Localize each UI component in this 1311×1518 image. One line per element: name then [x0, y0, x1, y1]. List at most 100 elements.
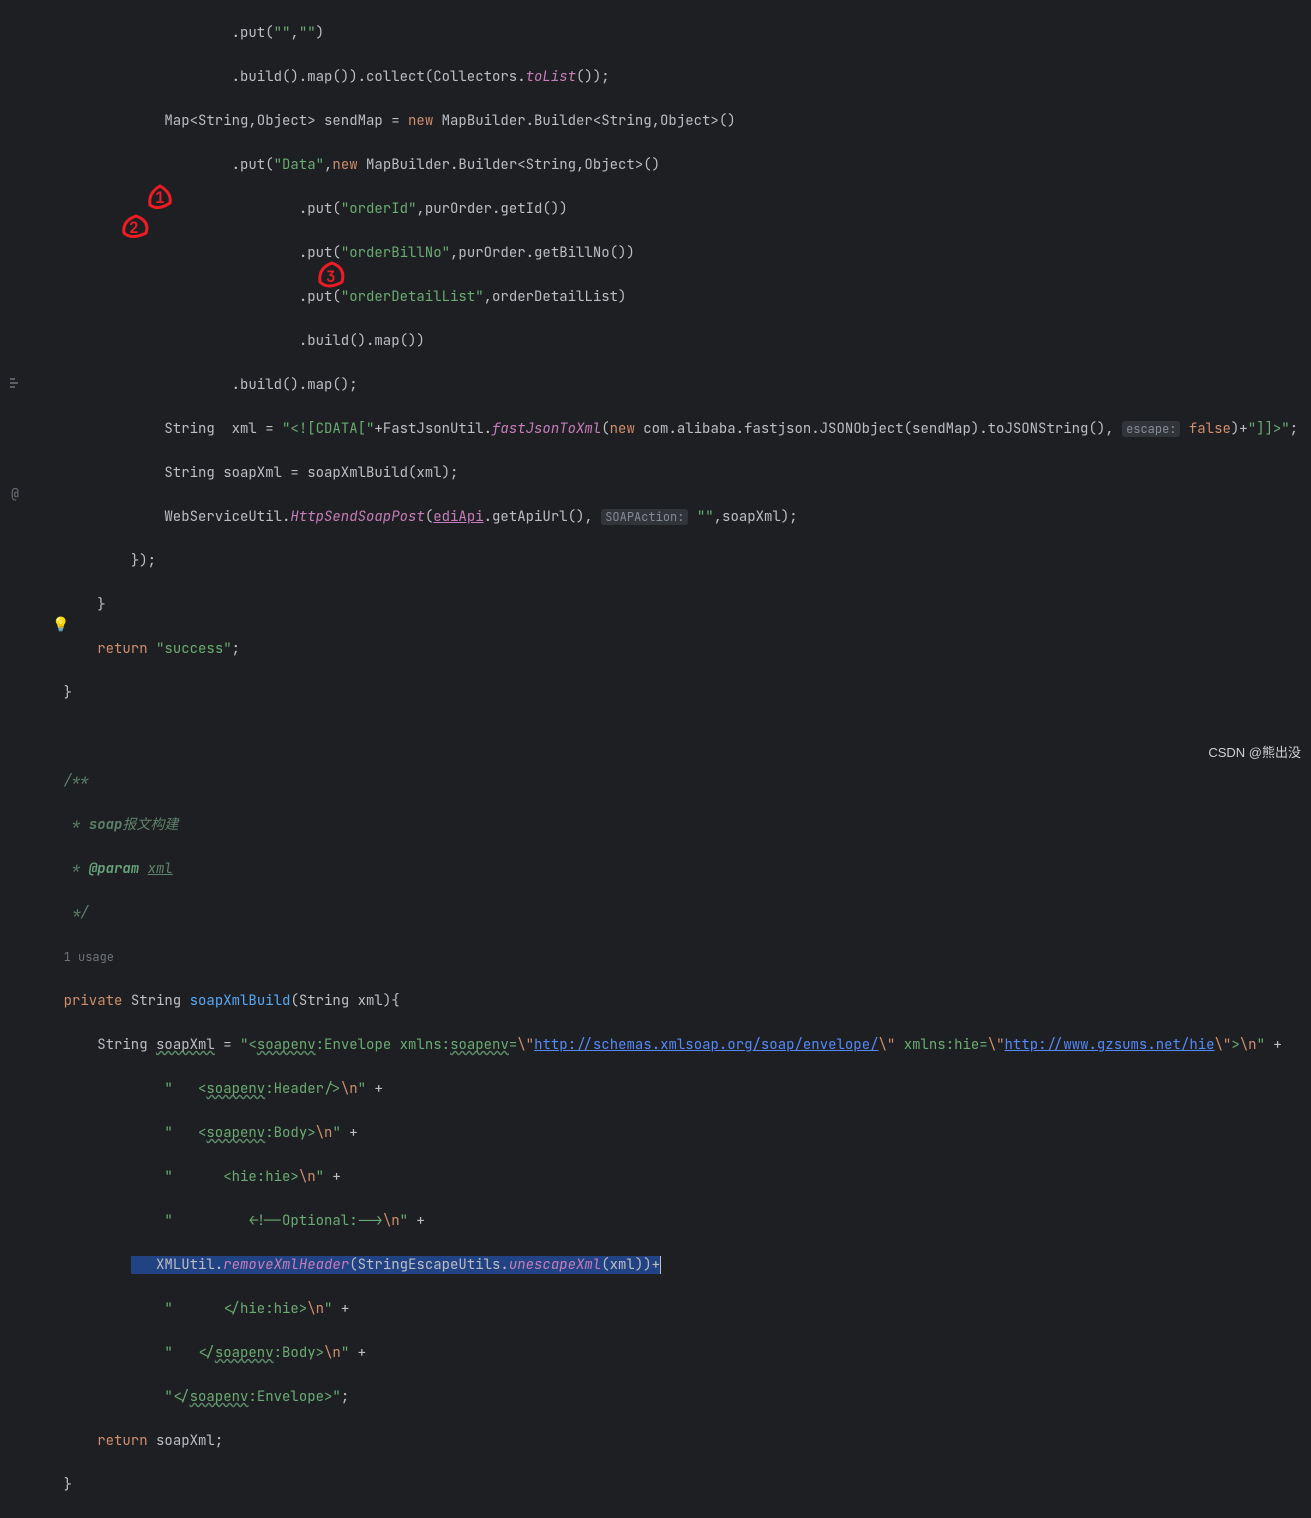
code-text: )	[316, 24, 324, 42]
string-literal: "	[358, 1080, 366, 1098]
escape: \n	[324, 1344, 341, 1362]
string-literal: "	[332, 1124, 340, 1142]
url-link[interactable]: http://www.gzsums.net/hie	[1005, 1036, 1215, 1054]
indent	[30, 1036, 97, 1054]
static-method: toList	[526, 68, 576, 86]
code-text: .getApiUrl(),	[484, 508, 602, 526]
static-method: fastJsonToXml	[492, 420, 601, 438]
editor-gutter: @ 💡	[0, 0, 30, 770]
static-method: removeXmlHeader	[223, 1256, 349, 1274]
keyword: new	[610, 420, 644, 438]
at-sign-icon[interactable]: @	[8, 487, 22, 501]
code-text: }	[64, 1476, 72, 1494]
string-literal: soapenv	[206, 1124, 265, 1142]
code-text: +	[1265, 1036, 1282, 1054]
code-text: XMLUtil.	[131, 1256, 223, 1274]
code-text: }	[97, 596, 105, 614]
indent	[30, 640, 97, 658]
string-literal: " </hie:hie>	[164, 1300, 307, 1318]
usage-hint[interactable]: 1 usage	[64, 949, 114, 965]
code-text: .build().map()).collect(Collectors.	[232, 68, 526, 86]
string-literal: xmlns:hie=	[895, 1036, 987, 1054]
url-link[interactable]: http://schemas.xmlsoap.org/soap/envelope…	[534, 1036, 878, 1054]
code-text: });	[131, 552, 156, 570]
indent	[30, 904, 64, 922]
code-text: (xml))+	[601, 1256, 660, 1274]
keyword: return	[97, 640, 156, 658]
code-text: ;	[341, 1388, 349, 1406]
string-literal: "	[324, 1300, 332, 1318]
indent	[30, 1344, 164, 1362]
code-text: ,purOrder.getId())	[416, 200, 567, 218]
keyword: new	[408, 112, 442, 130]
variable: soapXml	[156, 1036, 215, 1054]
string-literal: " <	[164, 1124, 206, 1142]
indent	[30, 156, 232, 174]
indent	[30, 1388, 164, 1406]
string-literal: :Body>	[274, 1344, 324, 1362]
string-literal: "orderDetailList"	[341, 288, 484, 306]
code-text: ,purOrder.getBillNo())	[450, 244, 635, 262]
string-literal: "	[341, 1344, 349, 1362]
javadoc: 报文构建	[122, 816, 178, 834]
escape: \n	[307, 1300, 324, 1318]
code-text: String xml =	[164, 420, 282, 438]
text-caret	[660, 1256, 661, 1274]
string-literal: "	[400, 1212, 408, 1230]
indent	[30, 596, 97, 614]
indent	[30, 200, 299, 218]
indent	[30, 992, 64, 1010]
code-text: String	[131, 992, 190, 1010]
code-text: MapBuilder.Builder<String,Object>()	[442, 112, 736, 130]
code-text: }	[64, 684, 72, 702]
escape: \n	[1240, 1036, 1257, 1054]
string-literal: soapenv	[257, 1036, 316, 1054]
code-text: +	[349, 1344, 366, 1362]
code-text: soapXml;	[156, 1432, 223, 1450]
code-editor[interactable]: .put("","") .build().map()).collect(Coll…	[30, 0, 1311, 770]
indent	[30, 1124, 164, 1142]
field-ref: ediApi	[433, 508, 483, 526]
code-text: String soapXml = soapXmlBuild(xml);	[164, 464, 458, 482]
code-text: (	[601, 420, 609, 438]
code-text: ;	[1290, 420, 1298, 438]
code-text: ,orderDetailList)	[484, 288, 627, 306]
string-literal: :Envelope>"	[248, 1388, 340, 1406]
indent	[30, 24, 232, 42]
string-literal: "orderId"	[341, 200, 417, 218]
escape: \n	[383, 1212, 400, 1230]
keyword: return	[97, 1432, 156, 1450]
javadoc: *	[64, 860, 89, 878]
indent	[30, 376, 232, 394]
code-text: MapBuilder.Builder<String,Object>()	[366, 156, 660, 174]
indent	[30, 1080, 164, 1098]
watermark: CSDN @熊出没	[1208, 742, 1301, 764]
indent	[30, 464, 164, 482]
indent	[30, 112, 164, 130]
javadoc: /**	[64, 772, 89, 790]
string-literal: "<![CDATA["	[282, 420, 374, 438]
code-text: +	[366, 1080, 383, 1098]
code-text: .put(	[299, 200, 341, 218]
indent	[30, 948, 64, 966]
indent	[30, 552, 131, 570]
indent	[30, 1432, 97, 1450]
javadoc: *	[64, 816, 89, 834]
indent	[30, 288, 299, 306]
string-literal: soapenv	[190, 1388, 249, 1406]
indent	[30, 508, 164, 526]
code-text: .put(	[232, 156, 274, 174]
keyword: false	[1189, 420, 1231, 438]
code-text	[1180, 420, 1188, 438]
code-text: Map<String,Object> sendMap =	[164, 112, 408, 130]
indent-guide-icon[interactable]	[8, 376, 22, 390]
javadoc-tag: @param	[89, 860, 139, 878]
string-literal: ""	[697, 508, 714, 526]
indent	[30, 1212, 164, 1230]
code-text: (String xml){	[290, 992, 399, 1010]
string-literal: " <hie:hie>	[164, 1168, 298, 1186]
string-literal: ""	[274, 24, 291, 42]
indent	[30, 1168, 164, 1186]
code-text	[688, 508, 696, 526]
code-text: (StringEscapeUtils.	[349, 1256, 509, 1274]
